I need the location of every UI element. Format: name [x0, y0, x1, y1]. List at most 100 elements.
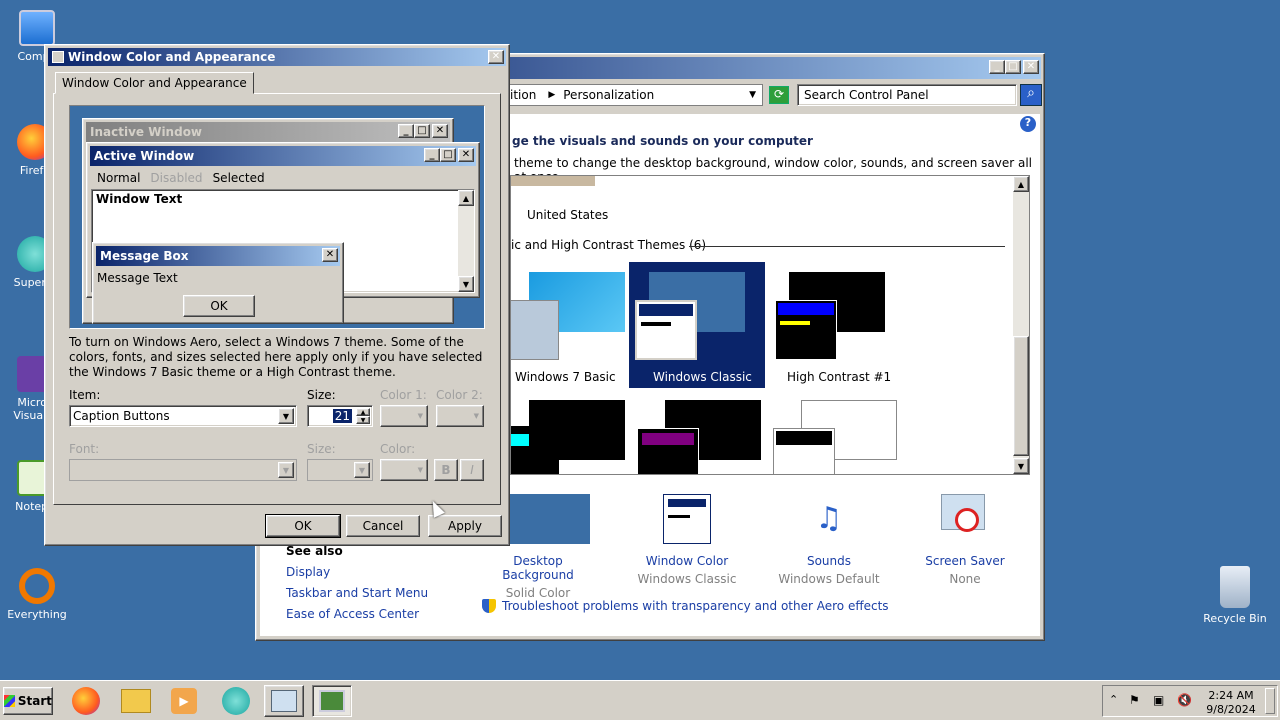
- ok-button[interactable]: OK: [265, 514, 341, 538]
- taskbar-firefox[interactable]: [66, 685, 106, 717]
- see-also-taskbar-link[interactable]: Taskbar and Start Menu: [286, 586, 428, 600]
- media-player-icon: ▶: [171, 688, 197, 714]
- apply-button[interactable]: Apply: [428, 515, 502, 537]
- screen-saver-item[interactable]: Screen Saver None: [906, 494, 1024, 586]
- desktop-icon-recycle-bin[interactable]: Recycle Bin: [1200, 566, 1270, 625]
- close-icon: ✕: [458, 148, 474, 162]
- item-select[interactable]: Caption Buttons ▼: [69, 405, 297, 427]
- preview-scrollbar: ▲ ▼: [458, 190, 474, 292]
- see-also-ease-of-access-link[interactable]: Ease of Access Center: [286, 607, 419, 621]
- volume-muted-icon[interactable]: 🔇: [1177, 693, 1192, 707]
- taskbar-display-properties[interactable]: [312, 685, 352, 717]
- system-tray: ⌃ ⚑ ▣ 🔇 2:24 AM 9/8/2024: [1102, 685, 1278, 717]
- dialog-titlebar: Window Color and Appearance ✕: [48, 48, 506, 66]
- color1-label: Color 1:: [380, 388, 427, 402]
- minimize-button[interactable]: _: [989, 60, 1005, 74]
- theme-mini-window: [637, 428, 699, 474]
- item-sub: Windows Classic: [637, 572, 737, 586]
- font-size-select[interactable]: ▼: [307, 459, 373, 481]
- theme-mini-window: [635, 300, 697, 360]
- taskbar-control-panel[interactable]: [264, 685, 304, 717]
- theme-windows-classic[interactable]: Windows Classic: [629, 262, 765, 388]
- theme-label: Windows Classic: [653, 370, 752, 384]
- window-text: Window Text: [96, 192, 183, 206]
- taskbar-media-player[interactable]: ▶: [164, 685, 204, 717]
- cancel-button[interactable]: Cancel: [346, 515, 420, 537]
- chevron-down-icon[interactable]: ▼: [278, 408, 294, 424]
- tab-window-color[interactable]: Window Color and Appearance: [55, 72, 254, 94]
- maximize-icon: □: [414, 124, 430, 138]
- desktop-icon-everything[interactable]: Everything: [2, 568, 72, 621]
- taskbar-supermium[interactable]: [216, 685, 256, 717]
- sounds-item[interactable]: ♫ Sounds Windows Default: [770, 494, 888, 586]
- font-color-button[interactable]: ▼: [380, 459, 428, 481]
- start-button[interactable]: Start: [3, 687, 53, 715]
- close-button[interactable]: ✕: [1023, 60, 1039, 74]
- breadcrumb-current[interactable]: Personalization: [563, 88, 654, 102]
- menu-selected: Selected: [212, 171, 265, 185]
- scroll-down-button[interactable]: ▼: [1013, 458, 1029, 474]
- display-icon: [319, 690, 345, 712]
- item-select-value: Caption Buttons: [73, 409, 170, 423]
- item-label[interactable]: Desktop Background: [485, 554, 591, 582]
- theme-label-united-states[interactable]: United States: [527, 208, 608, 222]
- window-color-item[interactable]: Window Color Windows Classic: [628, 494, 746, 586]
- color1-button[interactable]: ▼: [380, 405, 428, 427]
- spinner-down-button[interactable]: ▼: [356, 416, 370, 424]
- theme-high-contrast-2[interactable]: [529, 400, 625, 460]
- theme-list-scrollbar[interactable]: ▲ ▼: [1013, 176, 1029, 474]
- search-input[interactable]: Search Control Panel: [797, 84, 1017, 106]
- bold-button[interactable]: B: [434, 459, 458, 481]
- folder-icon: [121, 689, 151, 713]
- size-spinner[interactable]: 21 ▲ ▼: [307, 405, 373, 427]
- chevron-down-icon[interactable]: ▼: [749, 90, 756, 100]
- item-label[interactable]: Sounds: [770, 554, 888, 568]
- breadcrumb-partial[interactable]: ition: [510, 88, 536, 102]
- taskbar-explorer[interactable]: [116, 685, 156, 717]
- theme-list[interactable]: United States ic and High Contrast Theme…: [510, 175, 1030, 475]
- troubleshoot-link[interactable]: Troubleshoot problems with transparency …: [502, 599, 889, 613]
- supermium-icon: [222, 687, 250, 715]
- clock[interactable]: 2:24 AM 9/8/2024: [1203, 689, 1259, 717]
- chevron-down-icon[interactable]: ▼: [354, 462, 370, 478]
- breadcrumb-separator-icon: ▶: [548, 90, 556, 100]
- address-bar[interactable]: ition ▶ Personalization ▼: [501, 84, 763, 106]
- scroll-up-button[interactable]: ▲: [1013, 176, 1029, 192]
- theme-high-contrast-1[interactable]: High Contrast #1: [769, 262, 905, 388]
- network-icon[interactable]: ▣: [1153, 693, 1164, 707]
- item-label[interactable]: Screen Saver: [906, 554, 1024, 568]
- appearance-preview[interactable]: Inactive Window _ □ ✕ Active Window _ □ …: [69, 105, 485, 329]
- see-also-display-link[interactable]: Display: [286, 565, 330, 579]
- italic-button[interactable]: I: [460, 459, 484, 481]
- active-titlebar: Active Window _ □ ✕: [90, 146, 476, 166]
- shield-icon: [482, 599, 496, 613]
- action-center-icon[interactable]: ⚑: [1129, 693, 1140, 707]
- msgbox-title: Message Box: [100, 249, 189, 263]
- scroll-thumb[interactable]: [1013, 336, 1029, 456]
- font-select[interactable]: ▼: [69, 459, 297, 481]
- refresh-icon[interactable]: ⟳: [769, 86, 789, 104]
- msgbox-text: Message Text: [97, 271, 178, 285]
- theme-thumbnail-top: [511, 176, 595, 186]
- search-icon[interactable]: ⌕: [1020, 84, 1042, 106]
- sounds-icon: ♫: [815, 501, 843, 536]
- show-hidden-icons-icon[interactable]: ⌃: [1109, 693, 1118, 706]
- color2-button[interactable]: ▼: [436, 405, 484, 427]
- dialog-app-icon: [52, 51, 64, 63]
- item-label[interactable]: Window Color: [628, 554, 746, 568]
- page-heading: ge the visuals and sounds on your comput…: [512, 134, 813, 148]
- item-label: Item:: [69, 388, 101, 402]
- show-desktop-button[interactable]: [1265, 688, 1275, 714]
- chevron-down-icon[interactable]: ▼: [278, 462, 294, 478]
- computer-icon: [19, 10, 55, 46]
- dialog-close-button[interactable]: ✕: [488, 50, 504, 64]
- theme-mini-window: [775, 300, 837, 360]
- theme-windows-7-basic[interactable]: Windows 7 Basic: [511, 262, 645, 388]
- dialog-title: Window Color and Appearance: [68, 50, 276, 64]
- active-window-title: Active Window: [94, 149, 195, 163]
- help-icon[interactable]: ?: [1020, 116, 1036, 132]
- maximize-button[interactable]: □: [1005, 60, 1021, 74]
- close-icon: ✕: [432, 124, 448, 138]
- maximize-icon: □: [440, 148, 456, 162]
- spinner-up-button[interactable]: ▲: [356, 408, 370, 416]
